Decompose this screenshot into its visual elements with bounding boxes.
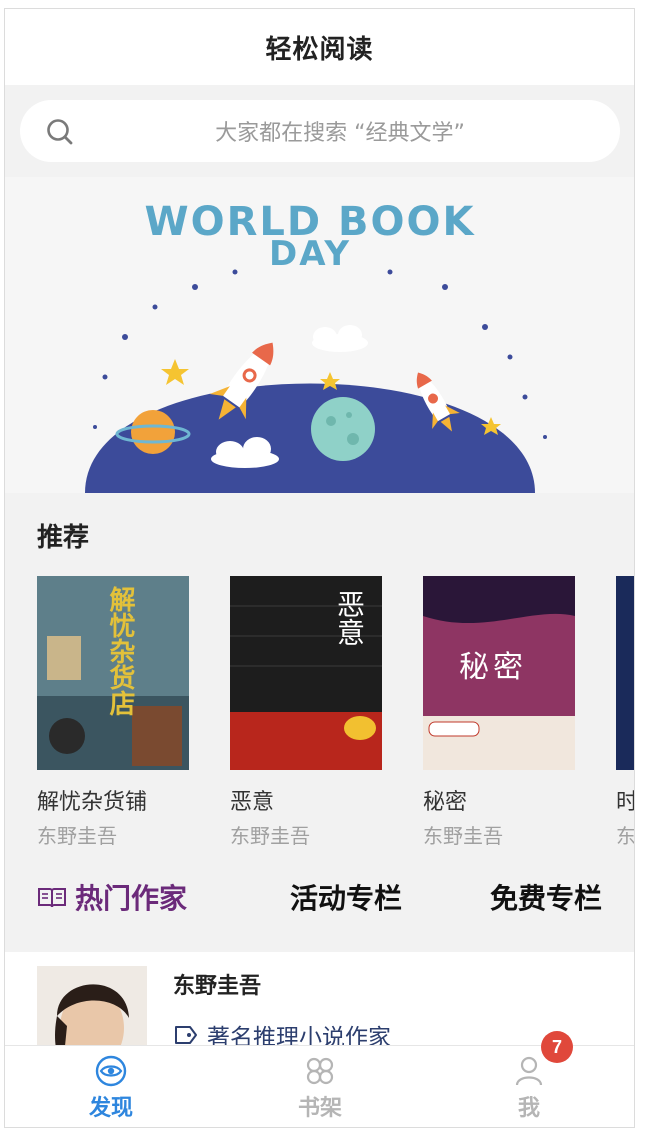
book-author: 东野圭吾: [37, 824, 117, 848]
book-card[interactable]: 解忧杂货店 解忧杂货铺 东野圭吾: [37, 576, 189, 849]
recommend-book-list[interactable]: 解忧杂货店 解忧杂货铺 东野圭吾 恶意 恶意 东野圭吾 秘密 秘密 东野圭吾 东: [37, 576, 635, 856]
recommend-section-title: 推荐: [37, 523, 90, 553]
book-author: 东: [616, 824, 635, 848]
category-tabs: 热门作家 活动专栏 免费专栏: [5, 867, 634, 929]
tab-free[interactable]: 免费专栏: [490, 877, 602, 917]
tab-label: 热门作家: [75, 882, 188, 915]
book-title: 秘密: [423, 790, 468, 815]
book-cover: 秘密: [423, 576, 575, 770]
tabbar-item-discover[interactable]: 发现: [51, 1054, 171, 1122]
author-name: 东野圭吾: [173, 974, 262, 999]
tabbar-label: 发现: [88, 1096, 133, 1121]
book-title: 解忧杂货铺: [37, 790, 148, 815]
book-open-icon: [38, 888, 66, 908]
cover-title: 恶意: [333, 590, 366, 646]
cover-title: 秘密: [459, 650, 527, 685]
book-author: 东野圭吾: [423, 824, 503, 848]
navigation-bar: 轻松阅读: [5, 9, 634, 85]
book-cover: [616, 576, 634, 770]
eye-icon: [95, 1055, 127, 1087]
search-placeholder: 大家都在搜索 “经典文学”: [215, 121, 465, 146]
notification-badge: 7: [541, 1031, 573, 1063]
book-title: 时: [616, 784, 634, 816]
page-title: 轻松阅读: [265, 34, 374, 65]
book-card[interactable]: 秘密 秘密 东野圭吾: [423, 576, 575, 849]
tab-label: 活动专栏: [290, 882, 403, 915]
banner-headline-2: DAY: [269, 234, 351, 274]
cover-title: 解忧杂货店: [105, 586, 135, 716]
banner-carousel[interactable]: WORLD BOOK DAY: [5, 177, 634, 493]
book-card[interactable]: 时 东: [616, 576, 635, 849]
tab-label: 免费专栏: [490, 882, 603, 915]
app-screen: 轻松阅读 大家都在搜索 “经典文学” WORLD BOOK DAY 推荐 解忧杂…: [4, 8, 635, 1128]
tabbar-item-me[interactable]: 我: [469, 1054, 589, 1122]
tabbar-label: 我: [517, 1096, 540, 1121]
book-cover: 恶意: [230, 576, 382, 770]
bookshelf-icon: [306, 1057, 334, 1085]
search-icon: [47, 119, 73, 145]
book-cover: 解忧杂货店: [37, 576, 189, 770]
tabbar-label: 书架: [297, 1096, 342, 1121]
user-icon: [515, 1056, 543, 1086]
tag-icon: [175, 1026, 197, 1044]
book-title: 恶意: [230, 790, 275, 815]
tab-activities[interactable]: 活动专栏: [290, 877, 402, 917]
book-card[interactable]: 恶意 恶意 东野圭吾: [230, 576, 382, 849]
world-book-day-banner: WORLD BOOK DAY: [5, 177, 634, 493]
tab-hot-authors[interactable]: 热门作家: [37, 877, 187, 917]
book-author: 东野圭吾: [230, 824, 310, 848]
tabbar-item-bookshelf[interactable]: 书架: [260, 1054, 380, 1122]
search-input[interactable]: 大家都在搜索 “经典文学”: [20, 100, 620, 162]
bottom-tab-bar: 发现 书架 我: [5, 1045, 634, 1127]
